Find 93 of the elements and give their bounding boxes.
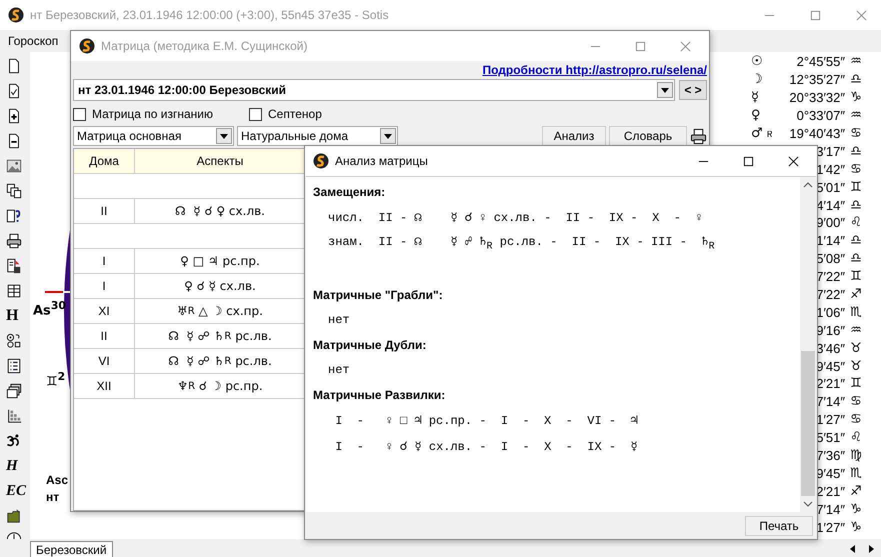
zodiac-sign: ♎	[849, 144, 863, 159]
window-title: Матрица (методика Е.М. Сущинской)	[101, 39, 308, 53]
degree-value: 7′22″	[816, 269, 845, 284]
zodiac-sign: ♒	[849, 108, 863, 124]
table-cell: VI	[74, 349, 135, 373]
zodiac-sign: ♋	[849, 126, 863, 141]
chart-label: ♊$^{2}$	[46, 370, 66, 390]
degree-value: 2′21″	[816, 484, 845, 499]
planet-glyph: ☽	[751, 72, 763, 88]
table-cell: XI	[74, 299, 135, 323]
zodiac-sign: ♑	[849, 90, 863, 106]
degree-value: 1′42″	[816, 162, 845, 177]
planet-glyph: ♀	[751, 108, 761, 124]
zodiac-sign: ♎	[849, 233, 863, 248]
zodiac-sign: ♋	[849, 162, 863, 177]
zodiac-sign: ♉	[849, 358, 863, 374]
degree-value: 2′21″	[816, 376, 845, 392]
section-heading: Матричные Развилки:	[313, 388, 446, 402]
section-heading: Матричные Дубли:	[313, 338, 426, 352]
zodiac-sign: ♒	[849, 322, 863, 338]
print-button[interactable]: Печать	[745, 516, 813, 536]
navigation-button[interactable]: < >	[679, 80, 707, 100]
zodiac-sign: ♏	[849, 304, 863, 320]
checkbox-label: Матрица по изгнанию	[92, 107, 214, 121]
degree-value: 7′14″	[816, 502, 845, 517]
column-header: Дома	[74, 149, 135, 173]
planet-glyph: ☿	[751, 90, 759, 106]
table-cell: II	[74, 324, 135, 348]
details-link[interactable]: Подробности http://astropro.ru/selena/	[482, 63, 707, 77]
zodiac-sign: ♑	[849, 520, 863, 535]
zodiac-sign: ♎	[849, 198, 863, 213]
zodiac-sign: ♊	[849, 376, 863, 392]
analysis-line: нет	[328, 313, 350, 327]
analysis-line: знам. II - ☊ ☿ ☍ ♄$_{R}$ рс.лв. - II - IX - III - ♄$_{R}$	[328, 234, 715, 252]
degree-value: 1′06″	[816, 304, 845, 320]
zodiac-sign: ♐	[849, 484, 863, 499]
degree-value: 0°33′07″	[796, 108, 845, 124]
zodiac-sign: ♑	[849, 502, 863, 517]
analysis-line: I - ♀ □ ♃ рс.пр. - I - X - VI - ♃	[334, 412, 638, 428]
checkbox-label: Септенор	[268, 107, 322, 121]
degree-value: 7′14″	[816, 394, 845, 410]
analysis-line: I - ♀ ☌ ☿ сх.лв. - I - X - IX - ☿	[334, 438, 638, 454]
degree-value: 7′36″	[816, 448, 845, 464]
degree-value: 4′14″	[816, 198, 845, 213]
zodiac-sign: ♌	[849, 430, 863, 446]
zodiac-sign: ♏	[849, 466, 863, 481]
table-cell-text: ♀ □ ♃ рс.пр.	[179, 253, 261, 270]
toolbar-button[interactable]: EC	[6, 482, 26, 498]
degree-value: 12°35′27″	[789, 72, 845, 88]
degree-value: 20°33′32″	[789, 90, 845, 106]
action-button[interactable]: Анализ	[542, 126, 606, 146]
zodiac-sign: ♉	[849, 340, 863, 356]
degree-value: 1′14″	[816, 233, 845, 248]
degree-value: 1′27″	[816, 412, 845, 428]
degree-value: 3′46″	[816, 340, 845, 356]
zodiac-sign: ♌	[849, 215, 863, 230]
zodiac-sign: ♊	[849, 180, 863, 195]
degree-value: 2°45′55″	[796, 54, 845, 70]
degree-value: 1′27″	[816, 520, 845, 535]
menu-item[interactable]: Гороскоп	[8, 34, 58, 48]
chart-label: нт	[46, 490, 60, 504]
table-cell-text: ♀ ☌ ☿ сх.лв.	[183, 278, 257, 295]
chart-select[interactable]: нт 23.01.1946 12:00:00 Березовский	[73, 79, 675, 101]
toolbar-button[interactable]: H	[6, 458, 18, 474]
analysis-line: числ. II - ☊ ☿ ☌ ♀ сх.лв. - II - IX - X - ♀	[328, 210, 703, 224]
table-cell: I	[74, 274, 135, 298]
zodiac-sign: ♍	[849, 448, 863, 464]
dropdown[interactable]: Натуральные дома	[237, 126, 398, 146]
zodiac-sign: ♎	[849, 72, 863, 88]
action-button[interactable]: Словарь	[609, 126, 687, 146]
zodiac-sign: ♋	[849, 412, 863, 428]
dropdown[interactable]: Матрица основная	[73, 126, 234, 146]
table-cell: I	[74, 249, 135, 273]
table-cell-text: ☊ ☿ ☌ ♀ сх.лв.	[174, 203, 266, 220]
planet-glyph: ☉	[751, 54, 763, 70]
table-cell: II	[74, 199, 135, 223]
section-heading: Замещения:	[313, 185, 386, 199]
chart-label: Asc	[46, 473, 68, 487]
degree-value: 7′22″	[816, 287, 845, 302]
degree-value: 19°40′43″	[789, 126, 845, 141]
section-heading: Матричные "Грабли":	[313, 288, 443, 302]
analysis-line: нет	[328, 363, 350, 377]
zodiac-sign: ♊	[849, 269, 863, 284]
zodiac-sign: ♋	[849, 394, 863, 410]
window-title: нт Березовский, 23.01.1946 12:00:00 (+3:00), 55n45 37e35 - Sotis	[30, 8, 389, 22]
sheet-tab[interactable]: Березовский	[30, 541, 113, 557]
zodiac-sign: ♎	[849, 251, 863, 266]
zodiac-sign: ♐	[849, 287, 863, 302]
zodiac-sign: ♒	[849, 54, 863, 70]
planet-glyph: ♂	[751, 126, 763, 141]
window-title: Анализ матрицы	[335, 154, 428, 168]
toolbar-button[interactable]: H	[6, 308, 18, 324]
table-cell: XII	[74, 374, 135, 398]
